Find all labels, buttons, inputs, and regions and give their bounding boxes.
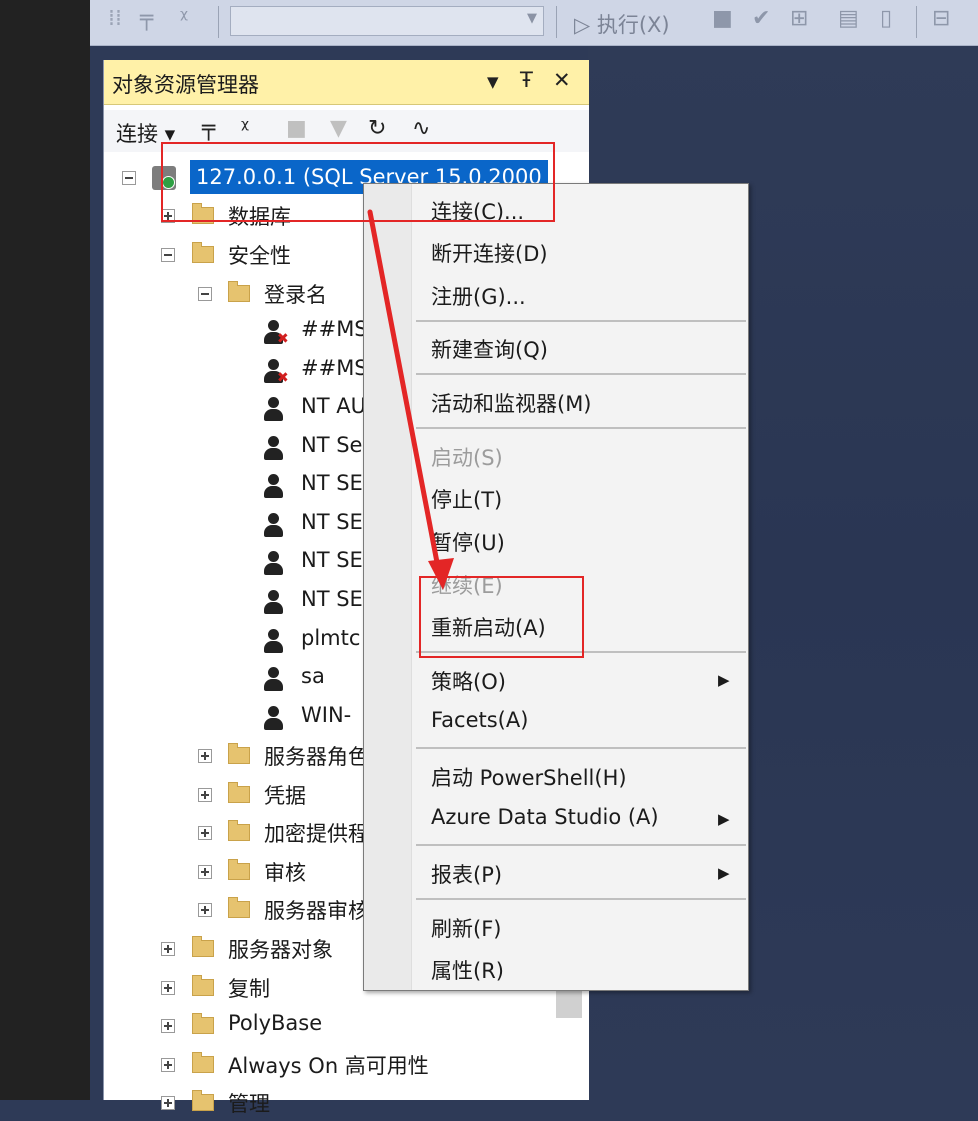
- annotation-arrow: [367, 209, 454, 590]
- annotation-arrow-line: [367, 209, 443, 581]
- annotation-arrow-head: [428, 558, 454, 590]
